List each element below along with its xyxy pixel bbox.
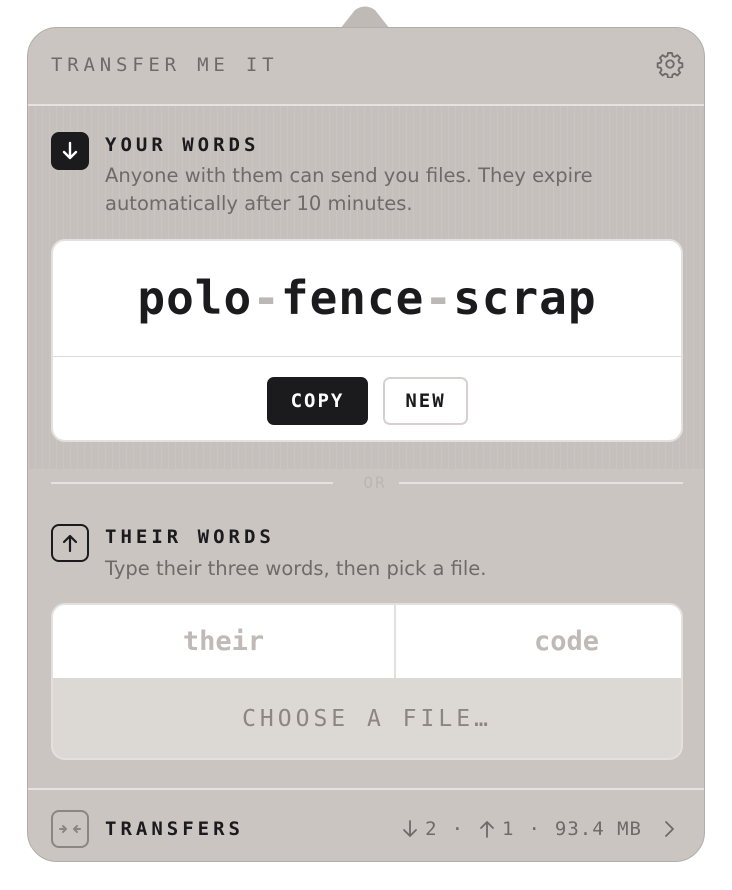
arrow-down-icon [51, 132, 89, 170]
word-2: fence [280, 271, 425, 325]
word-inputs [53, 605, 681, 678]
word-separator: - [424, 271, 454, 325]
transfers-bar[interactable]: TRANSFERS 2 · 1 · 93.4 MB [28, 788, 704, 861]
app-title: TRANSFER ME IT [51, 54, 279, 76]
incoming-count: 2 [425, 818, 438, 840]
your-words-title: YOUR WORDS [105, 134, 260, 156]
your-words-description: Anyone with them can send you files. The… [105, 164, 593, 215]
stats-dot: · [451, 818, 465, 840]
chevron-right-icon [665, 821, 674, 837]
or-text: OR [363, 473, 387, 492]
transfer-stats: 2 · 1 · 93.4 MB [401, 818, 642, 840]
total-size: 93.4 MB [554, 818, 642, 840]
stats-dot: · [528, 818, 541, 840]
transfer-panel: TRANSFER ME IT YOUR WORDS Anyone with th… [27, 27, 705, 862]
or-divider: OR [51, 473, 683, 493]
word-input-1[interactable] [53, 605, 394, 678]
copy-button[interactable]: COPY [267, 377, 368, 425]
card-divider [53, 356, 681, 357]
word-separator: - [252, 271, 281, 325]
transfer-arrows-icon [51, 810, 89, 848]
your-words-card: polo-fence-scrap COPY NEW [51, 239, 683, 442]
transfers-label: TRANSFERS [105, 818, 244, 840]
your-words-section: YOUR WORDS Anyone with them can send you… [28, 106, 704, 469]
their-words-description: Type their three words, then pick a file… [105, 557, 487, 580]
choose-file-button[interactable]: CHOOSE A FILE… [53, 678, 681, 758]
word-1: polo [137, 271, 253, 325]
incoming-arrow-icon [403, 820, 418, 837]
panel-header: TRANSFER ME IT [28, 28, 704, 106]
gear-icon[interactable] [656, 50, 684, 78]
word-input-2[interactable] [394, 605, 681, 678]
word-code[interactable]: polo-fence-scrap [53, 271, 681, 325]
outgoing-count: 1 [502, 818, 515, 840]
outgoing-arrow-icon [480, 821, 494, 838]
their-words-title: THEIR WORDS [105, 526, 275, 548]
their-words-card: CHOOSE A FILE… [51, 603, 683, 760]
word-3: scrap [453, 271, 597, 325]
popover-caret [340, 6, 390, 29]
new-button[interactable]: NEW [383, 377, 468, 425]
arrow-up-icon [51, 524, 89, 562]
